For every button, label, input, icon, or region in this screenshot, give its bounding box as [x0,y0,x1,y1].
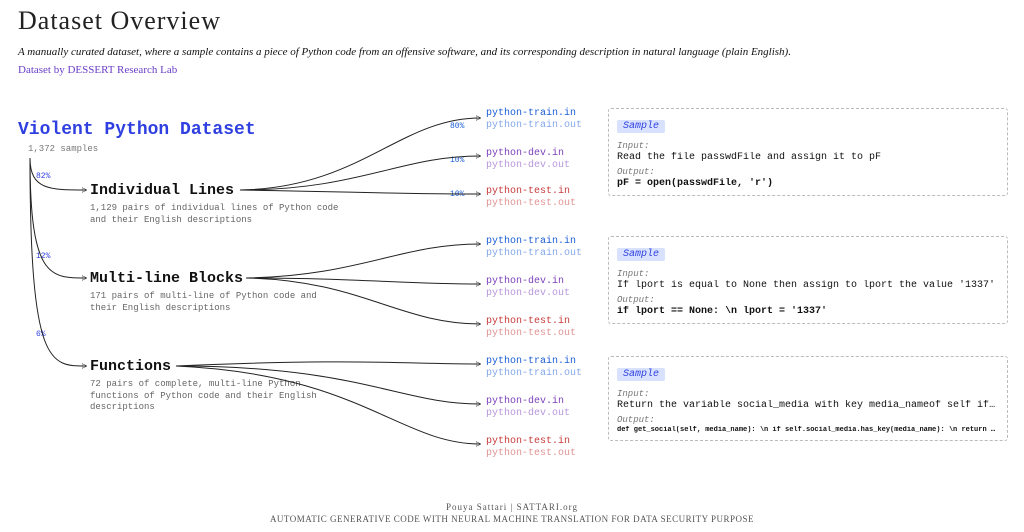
sample-output-label: Output: [617,415,999,425]
split-train-files: python-train.in python-train.out [486,356,582,380]
sample-tag: Sample [617,248,665,261]
file-in: python-train.in [486,356,582,368]
file-out: python-test.out [486,328,576,340]
file-in: python-train.in [486,108,582,120]
sample-box-functions: Sample Input: Return the variable social… [608,356,1008,441]
sample-box-lines: Sample Input: Read the file passwdFile a… [608,108,1008,196]
file-in: python-test.in [486,316,576,328]
file-out: python-train.out [486,120,582,132]
sample-box-blocks: Sample Input: If lport is equal to None … [608,236,1008,324]
category-individual-lines: Individual Lines 1,129 pairs of individu… [90,182,340,226]
sample-output-code: def get_social(self, media_name): \n if … [617,426,999,434]
split-dev-files: python-dev.in python-dev.out [486,148,570,172]
sample-tag: Sample [617,120,665,133]
footer-subtitle: AUTOMATIC GENERATIVE CODE WITH NEURAL MA… [0,514,1024,524]
file-out: python-dev.out [486,160,570,172]
category-multiline-blocks: Multi-line Blocks 171 pairs of multi-lin… [90,270,340,314]
file-out: python-dev.out [486,288,570,300]
split-test-files: python-test.in python-test.out [486,436,576,460]
split-train-pct: 80% [450,122,464,131]
file-in: python-dev.in [486,396,570,408]
page-description: A manually curated dataset, where a samp… [18,46,1014,58]
dataset-root-name: Violent Python Dataset [18,120,256,140]
sample-input-label: Input: [617,141,999,151]
file-in: python-train.in [486,236,582,248]
file-out: python-train.out [486,368,582,380]
file-out: python-test.out [486,198,576,210]
split-dev-pct: 10% [450,156,464,165]
split-test-files: python-test.in python-test.out [486,316,576,340]
file-in: python-test.in [486,186,576,198]
file-in: python-test.in [486,436,576,448]
category-pct-blocks: 12% [36,252,50,261]
file-in: python-dev.in [486,148,570,160]
split-train-files: python-train.in python-train.out [486,236,582,260]
file-out: python-test.out [486,448,576,460]
category-description: 171 pairs of multi-line of Python code a… [90,291,340,314]
category-title: Multi-line Blocks [90,270,340,287]
sample-input-text: Read the file passwdFile and assign it t… [617,152,999,163]
split-dev-files: python-dev.in python-dev.out [486,396,570,420]
file-in: python-dev.in [486,276,570,288]
sample-input-label: Input: [617,389,999,399]
category-title: Functions [90,358,340,375]
dataset-root-count: 1,372 samples [28,144,98,154]
split-dev-files: python-dev.in python-dev.out [486,276,570,300]
credit-link[interactable]: Dataset by DESSERT Research Lab [18,64,177,76]
category-description: 72 pairs of complete, multi-line Python … [90,379,340,414]
footer: Pouya Sattari | SATTARI.org AUTOMATIC GE… [0,502,1024,524]
split-train-files: python-train.in python-train.out [486,108,582,132]
sample-output-label: Output: [617,167,999,177]
sample-input-text: If lport is equal to None then assign to… [617,280,999,291]
footer-author: Pouya Sattari | SATTARI.org [0,502,1024,512]
sample-input-label: Input: [617,269,999,279]
file-out: python-train.out [486,248,582,260]
page-title: Dataset Overview [18,6,221,36]
sample-output-label: Output: [617,295,999,305]
split-test-pct: 10% [450,190,464,199]
split-test-files: python-test.in python-test.out [486,186,576,210]
category-pct-functions: 6% [36,330,46,339]
category-pct-lines: 82% [36,172,50,181]
file-out: python-dev.out [486,408,570,420]
sample-tag: Sample [617,368,665,381]
sample-output-code: if lport == None: \n lport = '1337' [617,306,999,317]
sample-output-code: pF = open(passwdFile, 'r') [617,178,999,189]
category-title: Individual Lines [90,182,340,199]
category-functions: Functions 72 pairs of complete, multi-li… [90,358,340,414]
sample-input-text: Return the variable social_media with ke… [617,400,999,411]
category-description: 1,129 pairs of individual lines of Pytho… [90,203,340,226]
